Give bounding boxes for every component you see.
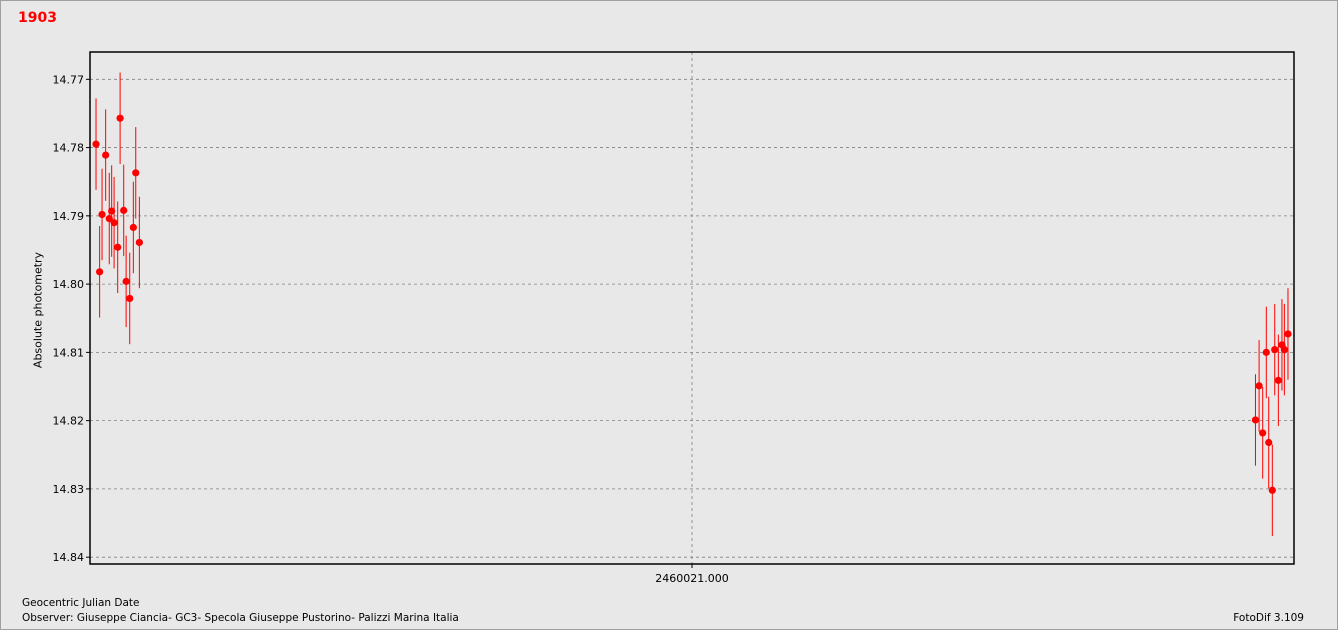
y-tick-label: 14.81 <box>53 346 85 359</box>
data-point <box>1262 348 1270 356</box>
data-point <box>96 268 104 276</box>
data-point <box>135 238 143 247</box>
data-point <box>1259 429 1267 437</box>
data-point <box>129 223 137 232</box>
y-tick-label: 14.79 <box>53 210 85 223</box>
data-point <box>102 151 110 159</box>
data-point <box>1284 330 1292 338</box>
chart-canvas: 14.77 14.78 14.79 14.80 14.81 14.82 14.83 14.84… <box>53 51 1295 585</box>
data-point <box>1280 346 1288 354</box>
data-point <box>122 277 130 285</box>
plot-area-border <box>89 51 1295 565</box>
data-point <box>1265 438 1273 447</box>
y-tick-label: 14.77 <box>53 73 85 86</box>
data-point <box>98 210 106 219</box>
data-point <box>1274 376 1282 384</box>
data-point <box>1251 416 1260 424</box>
data-point <box>126 294 134 303</box>
y-tick-label: 14.78 <box>53 142 85 155</box>
y-tick-label: 14.83 <box>53 483 85 496</box>
data-point <box>1271 346 1279 354</box>
data-point <box>132 169 140 177</box>
grid-lines <box>86 52 1294 568</box>
observer-credit: Observer: Giuseppe Ciancia- GC3- Specola… <box>22 612 459 624</box>
data-point <box>1268 486 1276 494</box>
tick-labels: 14.77 14.78 14.79 14.80 14.81 14.82 14.83 14.84… <box>53 73 729 585</box>
y-tick-label: 14.80 <box>53 278 85 291</box>
data-point <box>110 219 118 227</box>
data-point <box>116 114 124 122</box>
data-point <box>1255 382 1263 390</box>
x-tick-label: 2460021.000 <box>655 572 728 585</box>
software-version: FotoDif 3.109 <box>1233 612 1304 624</box>
data-point <box>120 206 128 214</box>
y-tick-label: 14.82 <box>53 415 85 428</box>
data-point <box>114 243 122 251</box>
data-point <box>92 140 100 148</box>
x-axis-label: Geocentric Julian Date <box>22 597 140 609</box>
y-tick-label: 14.84 <box>53 551 85 564</box>
